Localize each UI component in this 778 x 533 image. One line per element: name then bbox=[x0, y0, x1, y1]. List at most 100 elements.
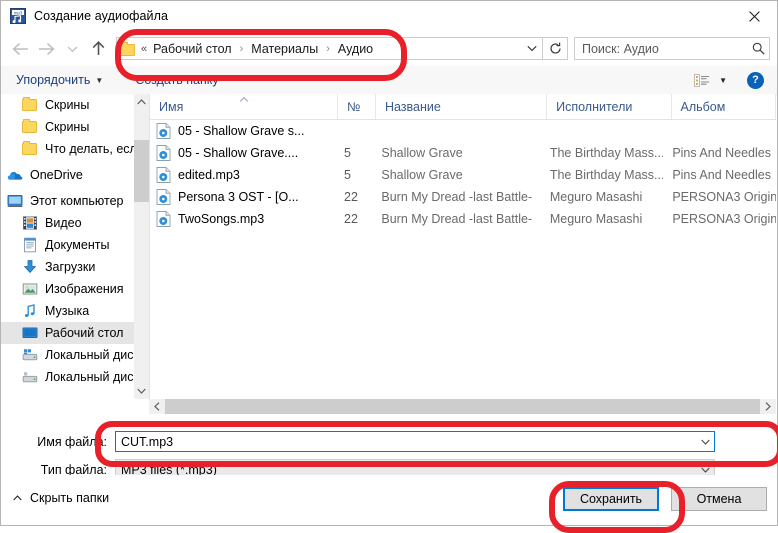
column-header-artists[interactable]: Исполнители bbox=[547, 94, 672, 119]
navigation-pane[interactable]: Скрины Скрины Что делать, если OneDrive bbox=[1, 94, 149, 399]
file-list-horizontal-scrollbar[interactable] bbox=[149, 399, 776, 414]
save-button[interactable]: Сохранить bbox=[563, 487, 659, 511]
title-cell: Burn My Dread -last Battle- bbox=[381, 212, 533, 226]
folder-icon bbox=[22, 97, 38, 113]
new-folder-button[interactable]: Создать папку bbox=[129, 69, 224, 91]
sidebar-item-local-disk-1[interactable]: Локальный дис bbox=[1, 344, 134, 366]
column-header-track-number[interactable]: № bbox=[338, 94, 376, 119]
column-header-name[interactable]: Имя bbox=[150, 94, 339, 119]
scroll-right-icon[interactable] bbox=[760, 399, 776, 414]
sidebar-item-label: Рабочий стол bbox=[45, 326, 124, 340]
file-name-cell[interactable]: edited.mp3 bbox=[150, 164, 335, 186]
breadcrumb-item-audio[interactable]: Аудио bbox=[337, 42, 374, 56]
title-cell: Shallow Grave bbox=[381, 168, 463, 182]
filename-input[interactable]: CUT.mp3 bbox=[115, 431, 715, 452]
refresh-button[interactable] bbox=[543, 37, 568, 60]
close-button[interactable] bbox=[731, 1, 777, 31]
sidebar-item-downloads[interactable]: Загрузки bbox=[1, 256, 134, 278]
file-name-cell[interactable]: TwoSongs.mp3 bbox=[150, 208, 335, 230]
column-header-title[interactable]: Название bbox=[376, 94, 548, 119]
table-row[interactable]: Persona 3 OST - [O... 22 Burn My Dread -… bbox=[150, 186, 776, 208]
filename-value[interactable]: CUT.mp3 bbox=[116, 435, 697, 449]
column-header-album[interactable]: Альбом bbox=[672, 94, 776, 119]
column-header-label: Альбом bbox=[680, 99, 726, 114]
sidebar-item-skriny-2[interactable]: Скрины bbox=[1, 116, 134, 138]
back-button[interactable] bbox=[7, 36, 33, 62]
save-audio-file-dialog: mp3 Создание аудиофайла « Рабочий стол ›… bbox=[0, 0, 778, 533]
table-row[interactable]: 05 - Shallow Grave s... bbox=[150, 120, 776, 142]
view-list-icon[interactable] bbox=[691, 73, 713, 87]
album-cell: Pins And Needles bbox=[672, 146, 771, 160]
onedrive-cloud-icon bbox=[7, 167, 23, 183]
album-cell bbox=[663, 120, 776, 142]
sidebar-item-skriny-1[interactable]: Скрины bbox=[1, 94, 134, 116]
navigation-pane-scrollbar[interactable] bbox=[134, 94, 149, 399]
horizontal-scroll-thumb[interactable] bbox=[165, 399, 760, 414]
file-list-pane[interactable]: Имя № Название Исполнители Альбом 05 - S… bbox=[149, 94, 776, 399]
desktop-icon bbox=[22, 325, 38, 341]
breadcrumb-item-materials[interactable]: Материалы bbox=[250, 42, 319, 56]
table-row[interactable]: TwoSongs.mp3 22 Burn My Dread -last Batt… bbox=[150, 208, 776, 230]
file-list-header: Имя № Название Исполнители Альбом bbox=[150, 94, 776, 120]
sidebar-item-label: Загрузки bbox=[45, 260, 96, 274]
scroll-up-icon[interactable] bbox=[134, 94, 149, 110]
file-name-cell[interactable]: 05 - Shallow Grave.... bbox=[150, 142, 335, 164]
chevron-down-icon[interactable] bbox=[697, 439, 714, 445]
search-box[interactable]: Поиск: Аудио bbox=[574, 37, 770, 60]
recent-locations-button[interactable] bbox=[59, 36, 85, 62]
sidebar-item-this-pc[interactable]: Этот компьютер bbox=[1, 190, 134, 212]
chevron-down-icon: ▼ bbox=[95, 75, 104, 85]
sidebar-item-music[interactable]: Музыка bbox=[1, 300, 134, 322]
table-row[interactable]: 05 - Shallow Grave.... 5 Shallow Grave T… bbox=[150, 142, 776, 164]
sidebar-item-videos[interactable]: Видео bbox=[1, 212, 134, 234]
breadcrumb-item-desktop[interactable]: Рабочий стол bbox=[152, 42, 232, 56]
cancel-button[interactable]: Отмена bbox=[671, 487, 767, 511]
breadcrumb-overflow-icon[interactable]: « bbox=[141, 43, 147, 55]
table-row[interactable]: edited.mp3 5 Shallow Grave The Birthday … bbox=[150, 164, 776, 186]
sidebar-item-desktop[interactable]: Рабочий стол bbox=[1, 322, 134, 344]
search-input[interactable]: Поиск: Аудио bbox=[575, 42, 747, 56]
chevron-down-icon[interactable] bbox=[697, 467, 714, 473]
breadcrumb-separator-icon[interactable]: › bbox=[240, 43, 244, 55]
videos-icon bbox=[22, 215, 38, 231]
navigation-scroll-thumb[interactable] bbox=[134, 140, 149, 202]
file-name-cell[interactable]: Persona 3 OST - [O... bbox=[150, 186, 335, 208]
sidebar-item-label: Документы bbox=[45, 238, 110, 252]
view-options-caret-icon[interactable]: ▼ bbox=[719, 76, 727, 85]
column-header-label: Имя bbox=[159, 99, 184, 114]
breadcrumb-bar[interactable]: « Рабочий стол › Материалы › Аудио bbox=[116, 37, 543, 60]
sidebar-item-label: Скрины bbox=[45, 98, 90, 112]
artists-cell: Meguro Masashi bbox=[549, 212, 643, 226]
svg-text:mp3: mp3 bbox=[14, 10, 23, 15]
file-name-label: edited.mp3 bbox=[178, 168, 240, 182]
downloads-icon bbox=[22, 259, 38, 275]
sidebar-item-label: Этот компьютер bbox=[30, 194, 124, 208]
sort-ascending-icon bbox=[239, 94, 248, 104]
hide-folders-button[interactable]: Скрыть папки bbox=[13, 491, 109, 505]
file-name-label: 05 - Shallow Grave.... bbox=[178, 146, 299, 160]
track-number-cell: 5 bbox=[344, 146, 351, 160]
title-cell bbox=[372, 120, 540, 142]
sidebar-item-pictures[interactable]: Изображения bbox=[1, 278, 134, 300]
sidebar-item-onedrive[interactable]: OneDrive bbox=[1, 164, 134, 186]
save-label: Сохранить bbox=[579, 492, 643, 506]
album-cell: Pins And Needles bbox=[672, 168, 771, 182]
artists-cell: The Birthday Mass... bbox=[549, 146, 664, 160]
album-cell: PERSONA3 Original S... bbox=[672, 212, 776, 226]
scroll-left-icon[interactable] bbox=[149, 399, 165, 414]
sidebar-item-label: Локальный дис bbox=[45, 348, 134, 362]
sidebar-item-documents[interactable]: Документы bbox=[1, 234, 134, 256]
organize-button[interactable]: Упорядочить ▼ bbox=[10, 69, 109, 91]
filename-row: Имя файла: CUT.mp3 bbox=[1, 431, 715, 452]
forward-button[interactable] bbox=[33, 36, 59, 62]
up-button[interactable] bbox=[85, 36, 111, 62]
scroll-down-icon[interactable] bbox=[134, 383, 149, 399]
sidebar-item-local-disk-2[interactable]: Локальный дис bbox=[1, 366, 134, 388]
sidebar-item-chto-delat[interactable]: Что делать, если bbox=[1, 138, 134, 160]
search-icon[interactable] bbox=[747, 42, 769, 55]
file-name-cell[interactable]: 05 - Shallow Grave s... bbox=[150, 120, 335, 142]
help-button[interactable]: ? bbox=[747, 71, 764, 89]
breadcrumb-separator-icon[interactable]: › bbox=[326, 43, 330, 55]
chevron-down-icon[interactable] bbox=[522, 38, 542, 59]
sidebar-item-label: OneDrive bbox=[30, 168, 83, 182]
